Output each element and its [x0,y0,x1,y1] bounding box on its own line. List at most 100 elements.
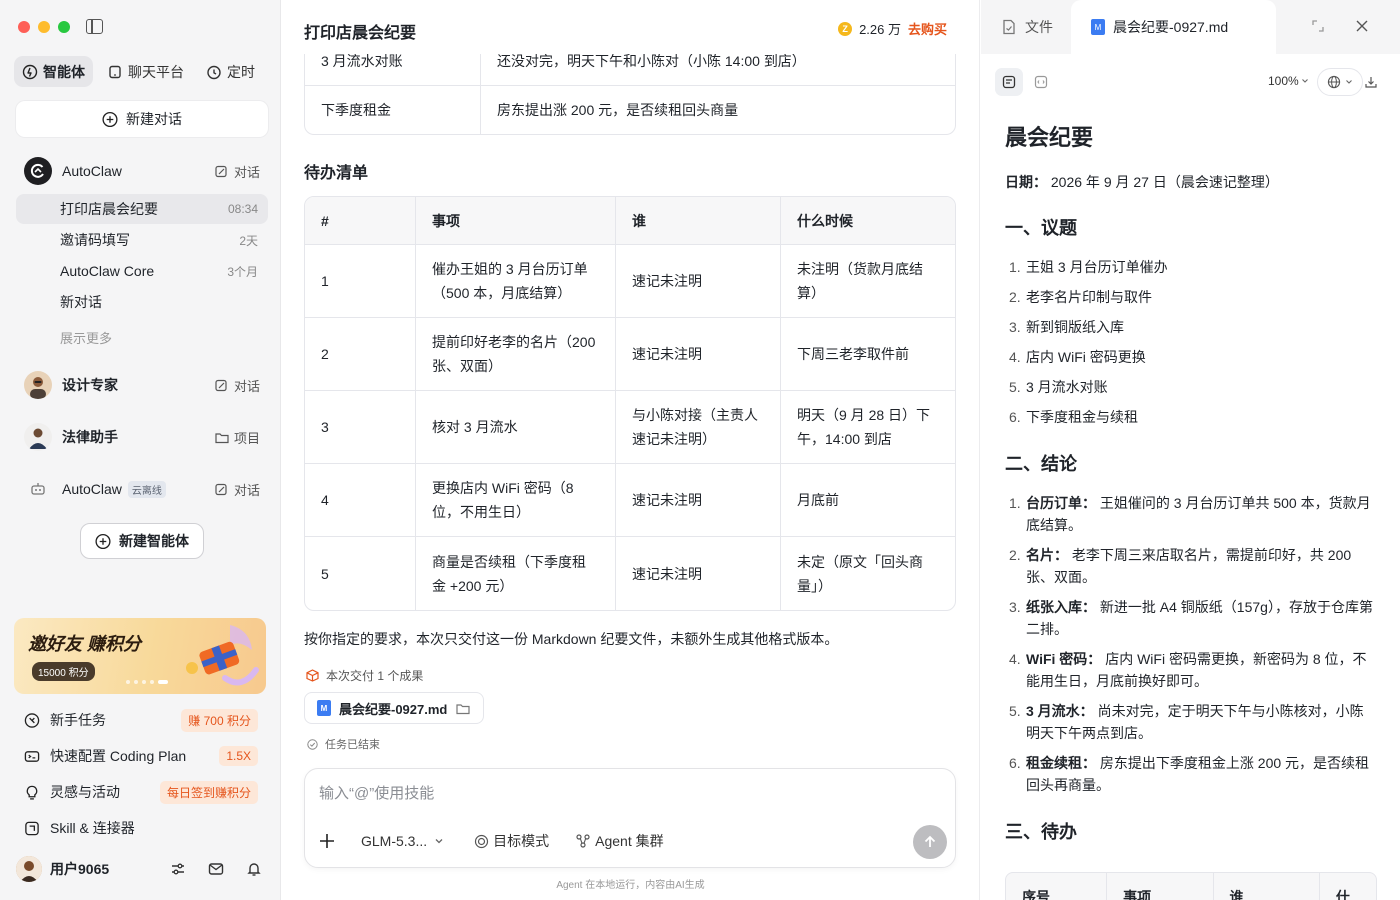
agent-cloud-chat-action[interactable]: 对话 [214,480,260,499]
attach-plus-button[interactable] [319,833,335,849]
menu-newbie-badge: 赚 700 积分 [181,708,258,732]
model-name: GLM-5.3... [361,833,428,849]
menu-skills-connectors[interactable]: Skill & 连接器 [24,814,258,842]
bulb-icon [24,784,40,800]
conversation-item[interactable]: 打印店晨会纪要 08:34 [16,194,268,224]
column-header: 序号 [1006,873,1108,900]
conversation-item[interactable]: AutoClaw Core 3个月 [16,256,268,286]
toggle-sidebar-icon[interactable] [86,19,103,34]
rendered-view-button[interactable] [995,68,1023,96]
list-item-text: 下季度租金与续租 [1026,409,1138,425]
tab-agents[interactable]: 智能体 [14,56,93,87]
menu-newbie-tasks[interactable]: 新手任务 赚 700 积分 [24,706,258,734]
tab-files[interactable]: 文件 [1001,0,1053,54]
show-more-link[interactable]: 展示更多 [60,328,112,347]
user-avatar[interactable] [16,856,42,882]
main-header: 打印店晨会纪要 Z 2.26 万 去购买 [282,0,979,54]
list-item: 3. 新到铜版纸入库 [1009,319,1124,335]
close-window-button[interactable] [18,21,30,33]
main-chat-area: 打印店晨会纪要 Z 2.26 万 去购买 3 月流水对账 还没对完，明天下午和小… [282,0,980,900]
tab-document[interactable]: M 晨会纪要-0927.md [1071,0,1276,54]
window-controls [18,21,70,33]
tab-files-label: 文件 [1025,19,1053,35]
tab-schedule-label: 定时 [227,63,255,80]
conversation-item[interactable]: 新对话 [16,287,268,317]
agent-cluster-button[interactable]: Agent 集群 [575,831,664,851]
agent-autoclaw-name: AutoClaw [62,163,122,179]
agent-autoclaw-chat-action[interactable]: 对话 [214,162,260,181]
doc-section-heading: 二、结论 [1005,454,1077,474]
tab-chat-platform-label: 聊天平台 [128,63,184,80]
delivered-file-chip[interactable]: M 晨会纪要-0927.md [304,692,485,724]
new-chat-button[interactable]: 新建对话 [16,101,268,137]
conversation-item[interactable]: 邀请码填写 2天 [16,225,268,255]
conversation-title: 邀请码填写 [60,232,130,248]
markdown-file-icon: M [317,700,331,716]
agent-design-chat-action[interactable]: 对话 [214,376,260,395]
agent-icon [22,64,38,80]
column-header: # [305,197,416,245]
model-selector[interactable]: GLM-5.3... [361,833,447,849]
zoom-selector[interactable]: 100% [1268,74,1309,88]
list-item: 4. WiFi 密码： 店内 WiFi 密码需更换，新密码为 8 位，不能用生日，… [1009,651,1367,689]
file-preview-panel: 文件 M 晨会纪要-0927.md 100% 晨会纪要 日期： 2026 年 9… [981,0,1400,900]
agent-cloud-action-label: 对话 [233,482,260,498]
banner-carousel-dots[interactable] [126,680,168,684]
list-item: 2. 老李名片印制与取件 [1009,289,1152,305]
list-item-text: 店内 WiFi 密码更换 [1026,349,1146,365]
table-cell: 提前印好老李的名片（200 张、双面） [416,318,616,391]
expand-icon[interactable] [1310,18,1326,34]
list-item: 1. 王姐 3 月台历订单催办 [1009,259,1168,275]
message-input[interactable] [319,785,919,802]
mail-icon[interactable] [208,861,224,877]
robot-icon [24,475,52,503]
agent-legal-project-action[interactable]: 项目 [214,428,260,447]
buy-link[interactable]: 去购买 [908,19,947,38]
invite-friends-banner[interactable]: 邀好友 赚积分 15000 积分 [14,618,266,694]
table-cell: 2 [305,318,416,391]
doc-section-heading: 三、待办 [1005,822,1077,842]
conclusion-key: 租金续租： [1026,755,1096,771]
agent-autoclaw[interactable]: AutoClaw 对话 [16,153,268,189]
column-header: 什么时候 [781,197,955,245]
table-cell: 与小陈对接（主责人速记未注明） [616,391,781,464]
folder-icon [214,429,230,445]
list-item-text: 3 月流水对账 [1026,379,1108,395]
tab-schedule[interactable]: 定时 [198,56,263,87]
list-item: 2. 名片： 老李下周三来店取名片，需提前印好，共 200 张、双面。 [1009,547,1352,585]
new-agent-button[interactable]: 新建智能体 [80,523,204,559]
send-button[interactable] [913,825,947,859]
settings-sliders-icon[interactable] [170,861,186,877]
list-item: 5. 3 月流水对账 [1009,379,1108,395]
agent-design-expert[interactable]: 设计专家 对话 [16,367,268,403]
agent-legal-assistant[interactable]: 法律助手 项目 [16,419,268,455]
close-icon[interactable] [1354,18,1370,34]
bell-icon[interactable] [246,861,262,877]
agent-design-action-label: 对话 [233,378,260,394]
chat-platform-icon [107,64,123,80]
open-folder-icon[interactable] [455,700,471,716]
chevron-down-icon [1346,80,1352,84]
user-name[interactable]: 用户9065 [50,859,170,879]
goal-mode-button[interactable]: 目标模式 [473,831,549,851]
table-cell: 下季度租金 [305,86,481,134]
table-cell: 1 [305,245,416,318]
menu-inspiration[interactable]: 灵感与活动 每日签到赚积分 [24,778,258,806]
task-icon [24,712,40,728]
table-row: 5 商量是否续租（下季度租金 +200 元） 速记未注明 未定（原文「回头商量」… [305,537,955,610]
agent-autoclaw-cloud-name: AutoClaw 云离线 [62,480,214,498]
chevron-down-icon [431,833,447,849]
package-icon [304,668,320,684]
tab-chat-platform[interactable]: 聊天平台 [99,56,192,87]
conversation-title: AutoClaw Core [60,263,155,279]
menu-coding-plan[interactable]: 快速配置 Coding Plan 1.5X [24,742,258,770]
maximize-window-button[interactable] [58,21,70,33]
doc-date: 日期： 2026 年 9 月 27 日（晨会速记整理） [1005,172,1377,192]
minimize-window-button[interactable] [38,21,50,33]
gift-illustration-icon [180,620,260,694]
source-view-button[interactable] [1027,68,1055,96]
agent-legal-action-label: 项目 [233,430,260,446]
table-row: 2 提前印好老李的名片（200 张、双面） 速记未注明 下周三老李取件前 [305,318,955,391]
agent-autoclaw-cloud[interactable]: AutoClaw 云离线 对话 [16,471,268,507]
download-button[interactable] [1357,68,1385,96]
